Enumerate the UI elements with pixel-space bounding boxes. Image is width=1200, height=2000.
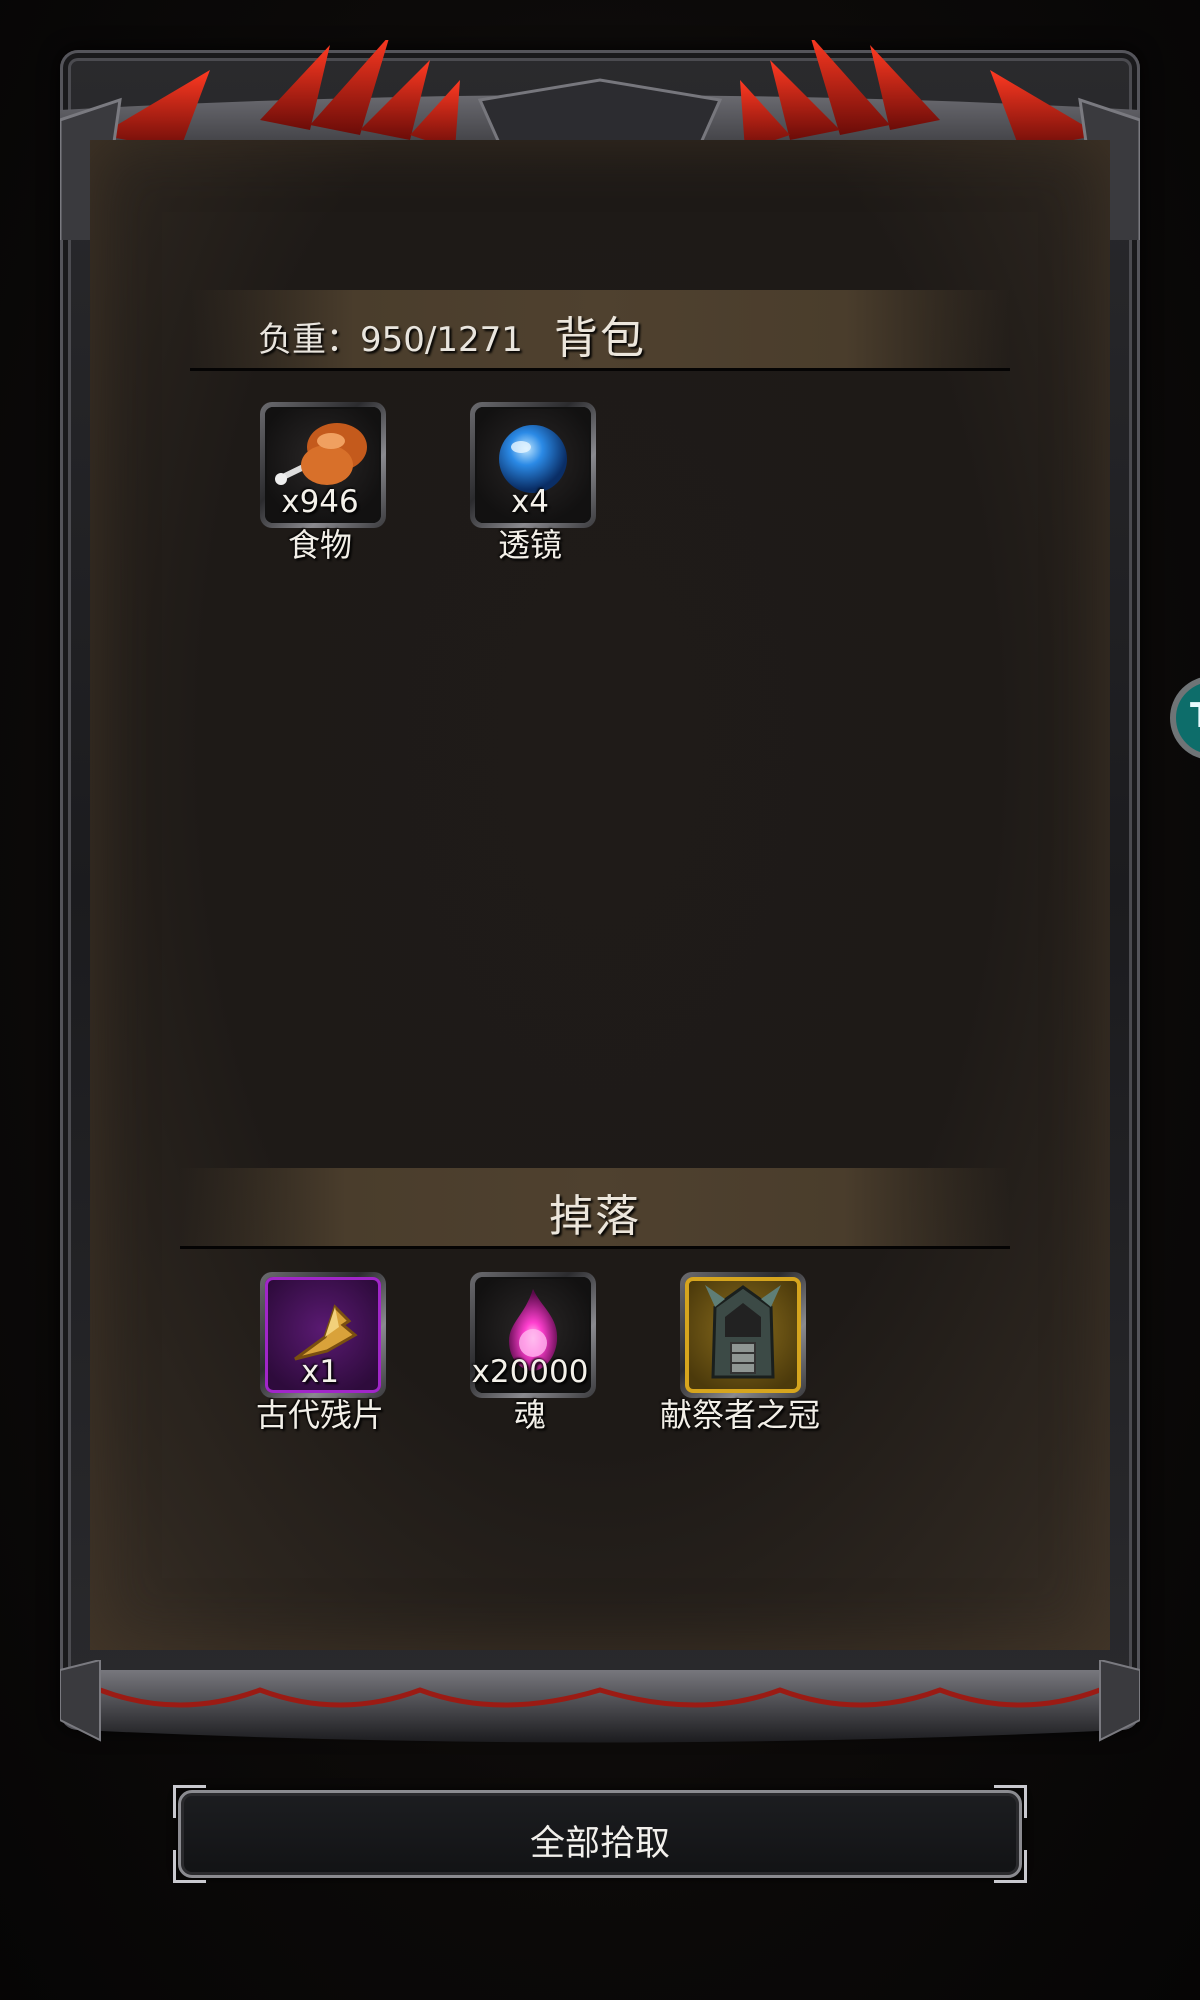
sacrificer-crown-helmet-icon: [705, 1285, 781, 1379]
item-quantity: x1: [300, 1354, 340, 1390]
item-quantity: x4: [510, 484, 550, 520]
inventory-item-lens[interactable]: x4 透镜: [430, 402, 630, 572]
drop-item-soul[interactable]: x20000 魂: [430, 1272, 630, 1442]
bottom-frame-ornament: [60, 1660, 1140, 1743]
item-name: 献祭者之冠: [659, 1396, 820, 1434]
item-quantity: x946: [281, 484, 359, 520]
game-screen: 负重：950/1271 背包 x946 食物 x4 透镜 掉落 x1 古代残片 …: [0, 0, 1200, 2000]
button-corner-ornament: [994, 1785, 1027, 1818]
item-quantity: x20000: [471, 1354, 589, 1390]
loot-panel: 负重：950/1271 背包 x946 食物 x4 透镜 掉落 x1 古代残片 …: [90, 140, 1110, 1650]
drop-item-ancient-fragment[interactable]: x1 古代残片: [220, 1272, 420, 1442]
badge-letter: T: [1190, 696, 1200, 736]
inventory-header: 负重：950/1271 背包: [190, 290, 1010, 371]
button-corner-ornament: [173, 1785, 206, 1818]
drops-header: 掉落: [180, 1168, 1010, 1249]
floating-assistant-badge[interactable]: T: [1170, 676, 1200, 760]
pickup-all-button[interactable]: 全部拾取: [173, 1785, 1027, 1883]
drop-item-sacrificer-crown[interactable]: 献祭者之冠: [640, 1272, 840, 1442]
item-slot-inner: [685, 1277, 801, 1393]
inventory-item-food[interactable]: x946 食物: [220, 402, 420, 572]
item-slot: [680, 1272, 806, 1398]
item-name: 透镜: [497, 526, 562, 564]
pickup-all-label: 全部拾取: [529, 1824, 670, 1864]
inventory-title: 背包: [554, 313, 646, 364]
drops-title: 掉落: [549, 1191, 641, 1242]
loot-window-frame: 负重：950/1271 背包 x946 食物 x4 透镜 掉落 x1 古代残片 …: [60, 40, 1140, 1743]
